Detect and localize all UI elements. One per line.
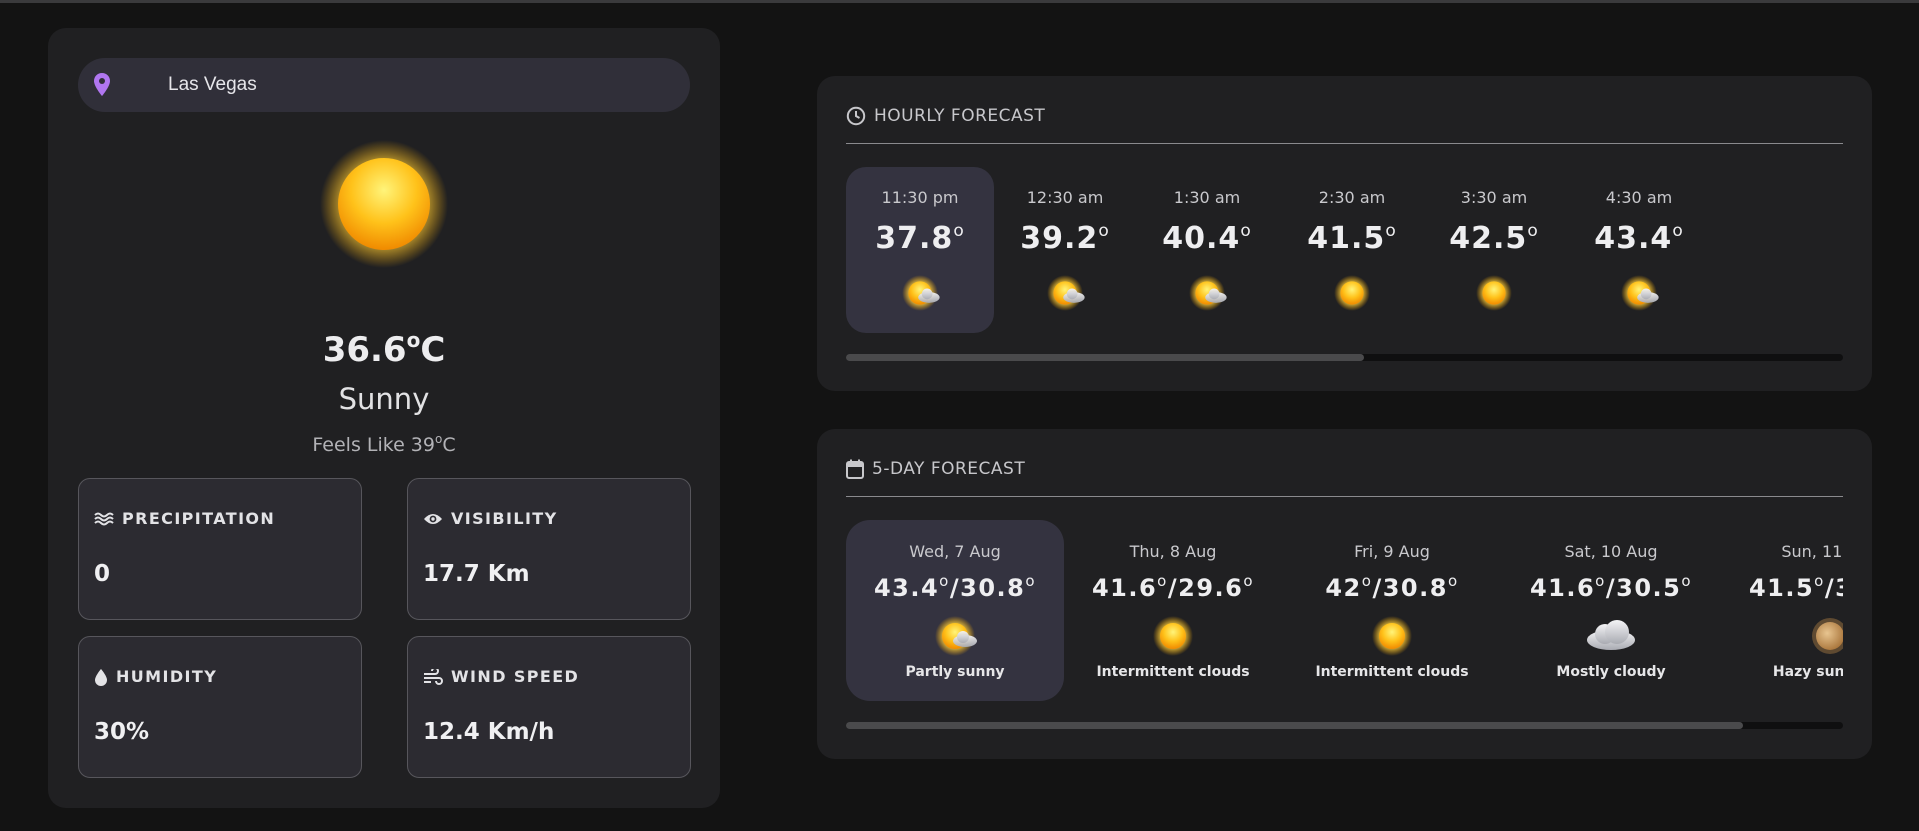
- waves-icon: [94, 512, 114, 525]
- droplet-icon: [95, 668, 107, 686]
- daily-date: Sun, 11 Aug: [1781, 542, 1843, 561]
- hourly-temperature: 43.4o: [1594, 221, 1684, 256]
- current-condition: Sunny: [338, 382, 430, 416]
- hourly-divider: [846, 143, 1843, 144]
- hourly-item[interactable]: 1:30 am 40.4o: [1133, 167, 1281, 333]
- sun-icon: [1372, 616, 1412, 656]
- location-name[interactable]: Las Vegas: [168, 58, 257, 112]
- precipitation-value: 0: [94, 561, 111, 587]
- precipitation-card: PRECIPITATION 0: [78, 478, 362, 620]
- hourly-temperature: 39.2o: [1020, 221, 1110, 256]
- partly-sunny-icon: [1621, 275, 1659, 311]
- hourly-time: 4:30 am: [1605, 188, 1673, 207]
- hourly-time: 3:30 am: [1460, 188, 1528, 207]
- current-temperature: 36.6oC: [322, 328, 446, 370]
- daily-condition: Hazy sunshine: [1772, 664, 1843, 680]
- partly-sunny-icon: [935, 616, 977, 656]
- map-pin-icon: [94, 73, 110, 96]
- daily-temperature-range: 42o/30.8o: [1325, 572, 1459, 602]
- hourly-temperature: 41.5o: [1307, 221, 1397, 256]
- daily-list[interactable]: Wed, 7 Aug 43.4o/30.8o Partly sunny Thu,…: [846, 520, 1843, 701]
- visibility-card: VISIBILITY 17.7 Km: [407, 478, 691, 620]
- wind-speed-value: 12.4 Km/h: [423, 719, 555, 745]
- sun-icon: [1153, 616, 1193, 656]
- sun-icon: [1334, 275, 1370, 311]
- wind-speed-label: WIND SPEED: [451, 667, 580, 686]
- current-weather-card: Las Vegas 36.6oC Sunny Feels Like 39oC P…: [48, 28, 720, 808]
- clock-icon: [846, 106, 866, 126]
- wind-icon: [424, 668, 443, 685]
- sun-icon: [1476, 275, 1512, 311]
- hourly-item[interactable]: 2:30 am 41.5o: [1278, 167, 1426, 333]
- daily-item[interactable]: Thu, 8 Aug 41.6o/29.6o Intermittent clou…: [1064, 520, 1282, 701]
- hourly-scroll-thumb[interactable]: [846, 354, 1365, 361]
- hourly-list[interactable]: 11:30 pm 37.8o 12:30 am 39.2o 1:30 am 40…: [846, 167, 1843, 333]
- daily-temperature-range: 41.6o/30.5o: [1529, 572, 1693, 602]
- daily-date: Thu, 8 Aug: [1129, 542, 1217, 561]
- hourly-item[interactable]: 12:30 am 39.2o: [991, 167, 1139, 333]
- daily-date: Fri, 9 Aug: [1354, 542, 1430, 561]
- daily-date: Sat, 10 Aug: [1564, 542, 1658, 561]
- hourly-scrollbar[interactable]: [846, 354, 1843, 361]
- humidity-card: HUMIDITY 30%: [78, 636, 362, 778]
- wind-speed-card: WIND SPEED 12.4 Km/h: [407, 636, 691, 778]
- hourly-temperature: 40.4o: [1162, 221, 1252, 256]
- daily-condition: Intermittent clouds: [1315, 664, 1469, 680]
- window-top-border: [0, 0, 1919, 3]
- hourly-forecast-title: HOURLY FORECAST: [874, 106, 1046, 126]
- daily-divider: [846, 496, 1843, 497]
- hourly-item[interactable]: 4:30 am 43.4o: [1565, 167, 1713, 333]
- daily-item[interactable]: Wed, 7 Aug 43.4o/30.8o Partly sunny: [846, 520, 1064, 701]
- hourly-temperature: 42.5o: [1449, 221, 1539, 256]
- hourly-time: 1:30 am: [1173, 188, 1241, 207]
- feels-like: Feels Like 39oC: [312, 432, 456, 456]
- humidity-value: 30%: [94, 719, 150, 745]
- humidity-label: HUMIDITY: [116, 667, 218, 686]
- daily-condition: Intermittent clouds: [1096, 664, 1250, 680]
- eye-icon: [424, 513, 442, 524]
- hourly-time: 12:30 am: [1026, 188, 1104, 207]
- sun-icon: [320, 140, 448, 268]
- daily-scroll-thumb[interactable]: [846, 722, 1744, 729]
- five-day-forecast-panel: 5-DAY FORECAST Wed, 7 Aug 43.4o/30.8o Pa…: [817, 429, 1872, 759]
- hourly-item[interactable]: 11:30 pm 37.8o: [846, 167, 994, 333]
- daily-condition: Partly sunny: [905, 664, 1005, 680]
- partly-sunny-icon: [1047, 275, 1085, 311]
- daily-item[interactable]: Sat, 10 Aug 41.6o/30.5o Mostly cloudy: [1502, 520, 1720, 701]
- daily-item[interactable]: Fri, 9 Aug 42o/30.8o Intermittent clouds: [1283, 520, 1501, 701]
- hazy-sun-icon: [1812, 618, 1843, 654]
- location-search[interactable]: Las Vegas: [78, 58, 690, 112]
- hourly-time: 11:30 pm: [881, 188, 959, 207]
- daily-temperature-range: 41.6o/29.6o: [1091, 572, 1255, 602]
- cloud-icon: [1587, 620, 1635, 650]
- visibility-value: 17.7 Km: [423, 561, 530, 587]
- hourly-item[interactable]: 3:30 am 42.5o: [1420, 167, 1568, 333]
- five-day-forecast-title: 5-DAY FORECAST: [872, 459, 1026, 479]
- hourly-temperature: 37.8o: [875, 221, 965, 256]
- daily-item[interactable]: Sun, 11 Aug 41.5o/30.2o Hazy sunshine: [1721, 520, 1843, 701]
- hourly-time: 2:30 am: [1318, 188, 1386, 207]
- calendar-icon: [846, 459, 864, 479]
- visibility-label: VISIBILITY: [451, 509, 558, 528]
- daily-temperature-range: 43.4o/30.8o: [873, 572, 1037, 602]
- daily-scrollbar[interactable]: [846, 722, 1843, 729]
- daily-date: Wed, 7 Aug: [909, 542, 1001, 561]
- daily-condition: Mostly cloudy: [1556, 664, 1666, 680]
- hourly-forecast-panel: HOURLY FORECAST 11:30 pm 37.8o 12:30 am …: [817, 76, 1872, 391]
- partly-sunny-icon: [1189, 275, 1227, 311]
- precipitation-label: PRECIPITATION: [122, 509, 276, 528]
- partly-sunny-icon: [902, 275, 940, 311]
- daily-temperature-range: 41.5o/30.2o: [1748, 572, 1843, 602]
